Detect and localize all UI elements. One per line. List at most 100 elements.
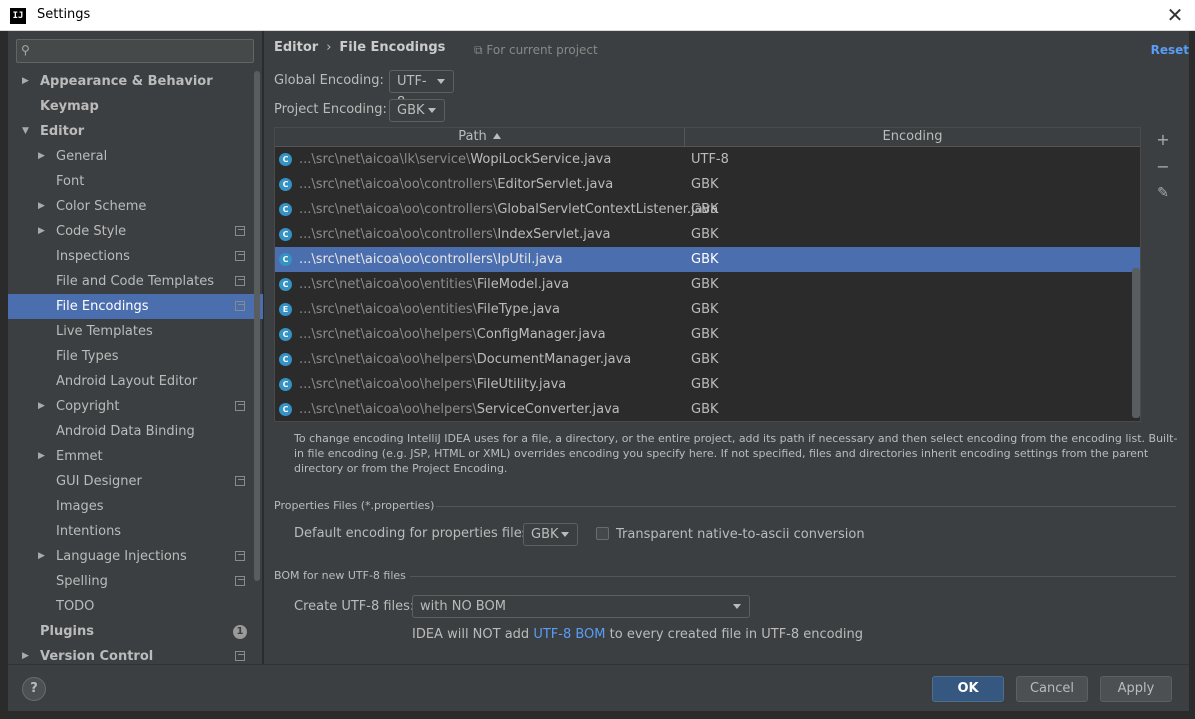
encoding-cell[interactable]: GBK (691, 397, 719, 421)
table-row[interactable]: C ...\src\net\aicoa\oo\controllers\Editor… (275, 172, 1140, 197)
encoding-column-header[interactable]: Encoding (685, 128, 1140, 147)
project-scope-icon (235, 651, 245, 661)
native-to-ascii-label[interactable]: Transparent native-to-ascii conversion (616, 527, 865, 542)
sidebar-item-code-style[interactable]: ▶ Code Style (8, 219, 263, 244)
sidebar-item-emmet[interactable]: ▶ Emmet (8, 444, 263, 469)
path-cell: ...\src\net\aicoa\oo\helpers\ConfigManag… (299, 322, 606, 347)
encoding-cell[interactable]: GBK (691, 322, 719, 347)
encoding-cell[interactable]: UTF-8 (691, 147, 729, 172)
path-cell: ...\src\net\aicoa\lk\service\WopiLockSer… (299, 147, 611, 172)
sidebar-item-appearance-behavior[interactable]: ▶ Appearance & Behavior (8, 69, 263, 94)
sidebar-item-label: Spelling (56, 574, 108, 589)
project-scope-icon (235, 476, 245, 486)
path-cell: ...\src\net\aicoa\oo\controllers\EditorS… (299, 172, 613, 197)
chevron-right-icon[interactable]: ▶ (38, 444, 45, 469)
path-column-header[interactable]: Path (275, 128, 685, 147)
sidebar-item-language-injections[interactable]: ▶ Language Injections (8, 544, 263, 569)
cancel-button[interactable]: Cancel (1016, 676, 1088, 702)
chevron-right-icon[interactable]: ▶ (38, 394, 45, 419)
create-utf8-select[interactable]: with NO BOM (412, 595, 750, 618)
table-row[interactable]: C ...\src\net\aicoa\oo\helpers\DocumentMa… (275, 347, 1140, 372)
project-encoding-select[interactable]: GBK (389, 99, 445, 122)
close-button[interactable]: ✕ (1163, 4, 1187, 28)
project-scope-icon: ⧉ (474, 43, 483, 57)
sidebar-item-general[interactable]: ▶ General (8, 144, 263, 169)
sidebar-item-label: Android Layout Editor (56, 374, 198, 389)
java-class-icon: C (279, 203, 292, 216)
sidebar-item-intentions[interactable]: Intentions (8, 519, 263, 544)
table-row[interactable]: C ...\src\net\aicoa\oo\helpers\ServiceCon… (275, 397, 1140, 421)
sidebar-item-live-templates[interactable]: Live Templates (8, 319, 263, 344)
sidebar-item-plugins[interactable]: Plugins 1 (8, 619, 263, 644)
table-row[interactable]: C ...\src\net\aicoa\oo\helpers\FileUtilit… (275, 372, 1140, 397)
sidebar-item-font[interactable]: Font (8, 169, 263, 194)
java-class-icon: C (279, 278, 292, 291)
dialog-footer: ? OK Cancel Apply (8, 664, 1189, 711)
chevron-right-icon[interactable]: ▶ (38, 194, 45, 219)
sidebar-item-spelling[interactable]: Spelling (8, 569, 263, 594)
table-row[interactable]: C ...\src\net\aicoa\oo\controllers\IndexS… (275, 222, 1140, 247)
chevron-down-icon[interactable]: ▼ (22, 119, 29, 144)
java-class-icon: C (279, 228, 292, 241)
chevron-right-icon[interactable]: ▶ (38, 144, 45, 169)
table-row[interactable]: C ...\src\net\aicoa\oo\controllers\IpUtil… (275, 247, 1140, 272)
section-divider (436, 506, 1176, 507)
sidebar-item-gui-designer[interactable]: GUI Designer (8, 469, 263, 494)
apply-button[interactable]: Apply (1100, 676, 1172, 702)
table-scrollbar[interactable] (1132, 268, 1140, 418)
reset-link[interactable]: Reset (1151, 43, 1189, 57)
table-row[interactable]: E ...\src\net\aicoa\oo\entities\FileType.… (275, 297, 1140, 322)
encoding-cell[interactable]: GBK (691, 272, 719, 297)
table-row[interactable]: C ...\src\net\aicoa\oo\controllers\Global… (275, 197, 1140, 222)
path-directory: ...\src\net\aicoa\oo\helpers\ (299, 327, 477, 342)
native-to-ascii-checkbox[interactable] (596, 527, 609, 540)
path-directory: ...\src\net\aicoa\oo\controllers\ (299, 177, 498, 192)
encoding-cell[interactable]: GBK (691, 222, 719, 247)
sidebar-item-file-encodings[interactable]: File Encodings (8, 294, 263, 319)
sidebar-item-label: File Types (56, 349, 119, 364)
properties-encoding-select[interactable]: GBK (523, 523, 578, 546)
sidebar-item-android-data-binding[interactable]: Android Data Binding (8, 419, 263, 444)
path-cell: ...\src\net\aicoa\oo\helpers\DocumentMan… (299, 347, 631, 372)
sidebar-item-copyright[interactable]: ▶ Copyright (8, 394, 263, 419)
breadcrumb-separator: › (326, 40, 332, 55)
chevron-right-icon[interactable]: ▶ (22, 69, 29, 94)
chevron-right-icon[interactable]: ▶ (38, 219, 45, 244)
sidebar-item-android-layout-editor[interactable]: Android Layout Editor (8, 369, 263, 394)
sidebar-scrollbar[interactable] (254, 71, 260, 581)
settings-search[interactable]: ⚲ (16, 39, 254, 63)
path-cell: ...\src\net\aicoa\oo\controllers\IndexSe… (299, 222, 611, 247)
encoding-cell[interactable]: GBK (691, 172, 719, 197)
table-row[interactable]: C ...\src\net\aicoa\oo\helpers\ConfigMana… (275, 322, 1140, 347)
sidebar-item-todo[interactable]: TODO (8, 594, 263, 619)
sidebar-item-file-types[interactable]: File Types (8, 344, 263, 369)
help-button[interactable]: ? (22, 677, 46, 701)
edit-path-button[interactable]: ✎ (1154, 184, 1172, 202)
encoding-cell[interactable]: GBK (691, 347, 719, 372)
encoding-cell[interactable]: GBK (691, 197, 719, 222)
encoding-cell[interactable]: GBK (691, 297, 719, 322)
sidebar-item-images[interactable]: Images (8, 494, 263, 519)
encoding-cell[interactable]: GBK (691, 372, 719, 397)
sidebar-item-editor[interactable]: ▼ Editor (8, 119, 263, 144)
utf8-bom-link[interactable]: UTF-8 BOM (533, 627, 605, 642)
update-count-badge: 1 (233, 625, 247, 639)
add-path-button[interactable]: + (1154, 131, 1172, 149)
sidebar-item-inspections[interactable]: Inspections (8, 244, 263, 269)
search-input[interactable] (39, 42, 249, 60)
ok-button[interactable]: OK (932, 676, 1004, 702)
encoding-cell[interactable]: GBK (691, 247, 719, 272)
breadcrumb-current: File Encodings (339, 40, 446, 55)
remove-path-button[interactable]: − (1154, 158, 1172, 176)
path-cell: ...\src\net\aicoa\oo\entities\FileModel.… (299, 272, 569, 297)
chevron-right-icon[interactable]: ▶ (38, 544, 45, 569)
sidebar-item-file-and-code-templates[interactable]: File and Code Templates (8, 269, 263, 294)
table-row[interactable]: C ...\src\net\aicoa\lk\service\WopiLockSe… (275, 147, 1140, 172)
breadcrumb-parent[interactable]: Editor (274, 40, 318, 55)
sidebar-item-label: Editor (40, 124, 85, 139)
table-row[interactable]: C ...\src\net\aicoa\oo\entities\FileModel… (275, 272, 1140, 297)
window-frame (0, 31, 8, 719)
sidebar-item-color-scheme[interactable]: ▶ Color Scheme (8, 194, 263, 219)
sidebar-item-keymap[interactable]: Keymap (8, 94, 263, 119)
global-encoding-select[interactable]: UTF-8 (389, 70, 454, 110)
